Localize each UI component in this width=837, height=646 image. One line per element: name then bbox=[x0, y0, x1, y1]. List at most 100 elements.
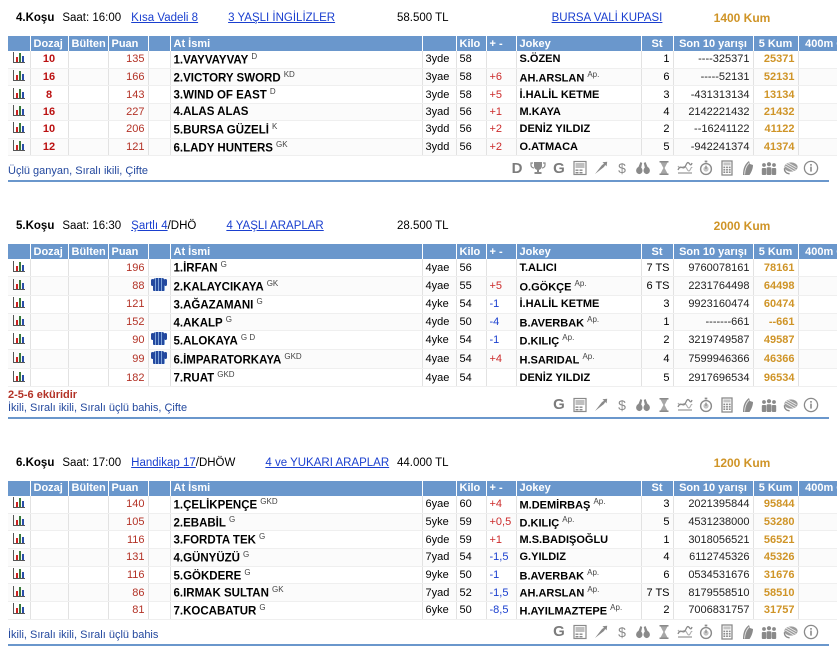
table-row[interactable]: 90 5.ALOKAYA G D 4yke 54 -1 D.KILIÇ Ap. 2 32197… bbox=[8, 330, 837, 351]
horse-name-cell[interactable]: 7.RUAT GKD bbox=[170, 368, 423, 387]
jockey-cell[interactable]: M.DEMİRBAŞ Ap. bbox=[516, 495, 642, 514]
jockey-name[interactable]: B.AVERBAK bbox=[520, 570, 585, 582]
table-row[interactable]: 131 4.GÜNYÜZÜ G 7yad 54 -1,5 G.YILDIZ 4 6112745… bbox=[8, 548, 837, 567]
calculator-icon[interactable] bbox=[719, 397, 735, 413]
horse-name[interactable]: 2.VICTORY SWORD bbox=[174, 72, 281, 84]
horse-name[interactable]: 4.AKALP bbox=[174, 317, 223, 329]
jockey-name[interactable]: AH.ARSLAN bbox=[520, 588, 585, 600]
bar-chart-icon[interactable] bbox=[12, 104, 25, 116]
horse-name-cell[interactable]: 3.AĞAZAMANI G bbox=[170, 295, 423, 314]
horse-name[interactable]: 2.KALAYCIKAYA bbox=[174, 281, 264, 293]
col-400m[interactable]: 400m G. bbox=[798, 480, 837, 496]
horse-name-cell[interactable]: 5.GÖKDERE G bbox=[170, 566, 423, 585]
form-chart-cell[interactable] bbox=[8, 259, 31, 277]
horse-name[interactable]: 6.IRMAK SULTAN bbox=[174, 588, 269, 600]
jockey-silks-icon[interactable] bbox=[782, 624, 798, 640]
col-st[interactable]: St bbox=[641, 480, 674, 496]
hourglass-icon[interactable] bbox=[656, 624, 672, 640]
horse-name-cell[interactable]: 6.IRMAK SULTAN GK bbox=[170, 583, 423, 602]
jockey-name[interactable]: DENİZ YILDIZ bbox=[520, 123, 591, 135]
col-puan[interactable]: Puan bbox=[108, 480, 149, 496]
form-chart-cell[interactable] bbox=[8, 530, 31, 549]
letter-d-icon[interactable]: D bbox=[509, 160, 525, 176]
horse-name[interactable]: 1.ÇELİKPENÇE bbox=[174, 500, 258, 512]
form-chart-cell[interactable] bbox=[8, 583, 31, 602]
horse-name-cell[interactable]: 2.EBABİL G bbox=[170, 513, 423, 532]
bar-chart-icon[interactable] bbox=[12, 603, 25, 615]
col-dozaj[interactable]: Dozaj bbox=[30, 244, 69, 260]
info-icon[interactable] bbox=[803, 160, 819, 176]
line-chart-icon[interactable] bbox=[677, 160, 693, 176]
horse-name[interactable]: 3.FORDTA TEK bbox=[174, 535, 256, 547]
col-st[interactable]: St bbox=[641, 36, 674, 51]
horse-name-cell[interactable]: 7.KOCABATUR G bbox=[170, 601, 423, 620]
table-row[interactable]: 12 121 6.LADY HUNTERS GK 3ydd 56 +2 O.ATMACA 5-… bbox=[8, 138, 837, 157]
binoculars-icon[interactable] bbox=[635, 160, 651, 176]
bar-chart-icon[interactable] bbox=[12, 550, 25, 562]
people-icon[interactable] bbox=[761, 397, 777, 413]
form-chart-cell[interactable] bbox=[8, 495, 31, 514]
photo-finish-icon[interactable] bbox=[572, 160, 588, 176]
jockey-cell[interactable]: D.KILIÇ Ap. bbox=[516, 513, 642, 532]
col-plusminus[interactable]: + - bbox=[486, 244, 517, 260]
form-chart-cell[interactable] bbox=[8, 295, 31, 314]
jockey-cell[interactable]: O.GÖKÇE Ap. bbox=[516, 276, 642, 296]
table-row[interactable]: 116 3.FORDTA TEK G 6yde 59 +1 M.S.BADIŞOĞLU 1 3… bbox=[8, 530, 837, 549]
form-chart-cell[interactable] bbox=[8, 138, 31, 157]
horse-name[interactable]: 3.AĞAZAMANI bbox=[174, 300, 254, 312]
horse-head-icon[interactable] bbox=[740, 397, 756, 413]
letter-g-icon[interactable]: G bbox=[551, 397, 567, 413]
jockey-name[interactable]: M.S.BADIŞOĞLU bbox=[520, 534, 609, 546]
form-chart-cell[interactable] bbox=[8, 85, 31, 104]
race-class-link[interactable]: 4 ve YUKARI ARAPLAR bbox=[265, 457, 389, 469]
jockey-name[interactable]: H.SARIDAL bbox=[520, 355, 580, 367]
col-dozaj[interactable]: Dozaj bbox=[30, 480, 69, 496]
jockey-cell[interactable]: B.AVERBAK Ap. bbox=[516, 566, 642, 585]
jockey-name[interactable]: DENİZ YILDIZ bbox=[520, 372, 591, 384]
info-icon[interactable] bbox=[803, 397, 819, 413]
jockey-cell[interactable]: H.AYILMAZTEPE Ap. bbox=[516, 601, 642, 620]
table-row[interactable]: 8 143 3.WIND OF EAST D 3yde 58 +5 İ.HALİL KETM… bbox=[8, 85, 837, 104]
line-chart-icon[interactable] bbox=[677, 397, 693, 413]
table-row[interactable]: 10 206 5.BURSA GÜZELİ K 3ydd 56 +2 DENİZ YILDI… bbox=[8, 120, 837, 139]
jockey-cell[interactable]: DENİZ YILDIZ bbox=[516, 120, 642, 139]
bar-chart-icon[interactable] bbox=[12, 567, 25, 579]
people-icon[interactable] bbox=[761, 160, 777, 176]
horse-name[interactable]: 5.ALOKAYA bbox=[174, 336, 238, 348]
table-row[interactable]: 196 1.İRFAN G 4yae 56 T.ALICI 7 TS 9760078161 7… bbox=[8, 259, 837, 277]
col-puan[interactable]: Puan bbox=[108, 36, 149, 51]
jockey-cell[interactable]: DENİZ YILDIZ bbox=[516, 368, 642, 387]
form-chart-cell[interactable] bbox=[8, 51, 31, 69]
hourglass-icon[interactable] bbox=[656, 397, 672, 413]
stopwatch-icon[interactable] bbox=[698, 624, 714, 640]
table-row[interactable]: 10 135 1.VAYVAYVAY D 3yde 58 S.ÖZEN 1 ----32537… bbox=[8, 51, 837, 69]
horse-name-cell[interactable]: 6.İMPARATORKAYA GKD bbox=[170, 349, 423, 370]
jockey-cell[interactable]: G.YILDIZ bbox=[516, 548, 642, 567]
horse-name-cell[interactable]: 6.LADY HUNTERS GK bbox=[170, 138, 423, 157]
form-chart-cell[interactable] bbox=[8, 330, 31, 351]
jockey-name[interactable]: B.AVERBAK bbox=[520, 317, 585, 329]
form-chart-cell[interactable] bbox=[8, 601, 31, 620]
bar-chart-icon[interactable] bbox=[12, 297, 25, 309]
col-son10[interactable]: Son 10 yarışı bbox=[673, 36, 754, 51]
col-jockey[interactable]: Jokey bbox=[516, 244, 642, 260]
letter-g-icon[interactable]: G bbox=[551, 624, 567, 640]
jockey-cell[interactable]: B.AVERBAK Ap. bbox=[516, 313, 642, 332]
dollar-icon[interactable]: $ bbox=[614, 160, 630, 176]
form-chart-cell[interactable] bbox=[8, 120, 31, 139]
people-icon[interactable] bbox=[761, 624, 777, 640]
race-class-link[interactable]: 3 YAŞLI İNGİLİZLER bbox=[228, 12, 335, 24]
horse-name[interactable]: 4.GÜNYÜZÜ bbox=[174, 553, 240, 565]
jockey-name[interactable]: S.ÖZEN bbox=[520, 53, 561, 65]
col-son10[interactable]: Son 10 yarışı bbox=[673, 480, 754, 496]
jockey-cell[interactable]: M.S.BADIŞOĞLU bbox=[516, 530, 642, 549]
table-row[interactable]: 182 7.RUAT GKD 4yae 54 DENİZ YILDIZ 5 29176965… bbox=[8, 368, 837, 387]
horse-head-icon[interactable] bbox=[740, 160, 756, 176]
jockey-name[interactable]: O.ATMACA bbox=[520, 141, 578, 153]
trophy-icon[interactable] bbox=[530, 160, 546, 176]
bar-chart-icon[interactable] bbox=[12, 87, 25, 99]
col-puan[interactable]: Puan bbox=[108, 244, 149, 260]
calculator-icon[interactable] bbox=[719, 160, 735, 176]
table-row[interactable]: 121 3.AĞAZAMANI G 4yke 54 -1 İ.HALİL KETME 3 99… bbox=[8, 295, 837, 314]
calculator-icon[interactable] bbox=[719, 623, 735, 640]
